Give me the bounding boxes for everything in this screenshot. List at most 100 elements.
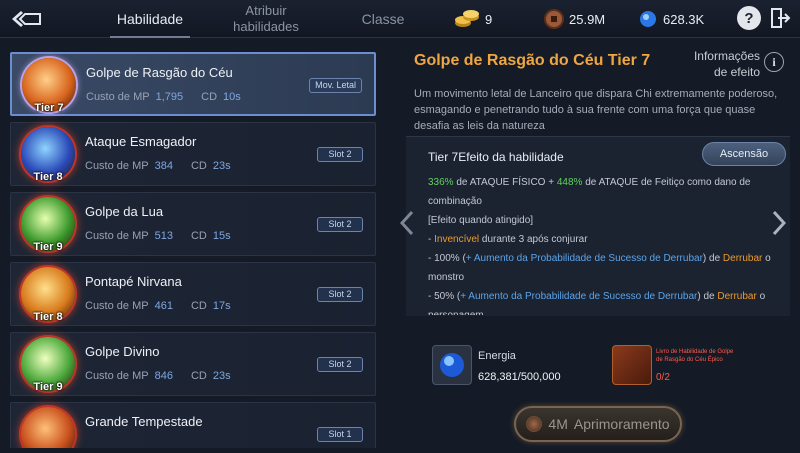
skill-stats: Custo de MP 384 CD 23s	[85, 160, 231, 172]
skill-stats: Custo de MP 513 CD 15s	[85, 230, 231, 242]
skill-name: Golpe de Rasgão do Céu	[86, 65, 233, 80]
cd-value: 10s	[223, 91, 241, 103]
skill-name: Pontapé Nirvana	[85, 274, 182, 289]
slot-badge: Slot 1	[317, 427, 363, 442]
kick-skill-icon: Tier 8	[21, 267, 75, 323]
mp-value: 846	[154, 370, 173, 382]
skill-book-label: Livro de Habilidade de Golpe de Rasgão d…	[656, 349, 734, 363]
bronze-coin-icon	[544, 9, 564, 29]
divine-skill-icon: Tier 9	[21, 337, 75, 393]
slot-badge: Slot 2	[317, 357, 363, 372]
question-icon: ?	[744, 9, 754, 27]
effect-title: Tier 7Efeito da habilidade	[428, 150, 564, 164]
coin-cost-icon	[526, 416, 543, 432]
cd-label: CD	[190, 370, 207, 382]
chevron-right-icon	[772, 210, 787, 236]
detail-title: Golpe de Rasgão do Céu Tier 7	[414, 52, 651, 69]
mp-label: Custo de MP	[85, 370, 149, 382]
skill-list[interactable]: Tier 7 Golpe de Rasgão do Céu Custo de M…	[10, 48, 378, 448]
cd-value: 15s	[212, 230, 231, 242]
upgrade-button[interactable]: 4M Aprimoramento	[514, 406, 682, 442]
skill-book-count: 0/2	[656, 372, 670, 383]
slot-badge: Slot 2	[317, 217, 363, 232]
cd-label: CD	[201, 91, 218, 103]
tier-label: Tier 9	[33, 381, 63, 393]
cd-value: 17s	[212, 300, 231, 312]
gold-currency: 9	[454, 9, 492, 29]
gem-currency: 628.3K	[638, 9, 704, 29]
exit-icon	[771, 8, 791, 28]
tab-skill[interactable]: Habilidade	[100, 0, 200, 38]
chevron-left-icon	[399, 210, 414, 236]
skill-row-pontape-nirvana[interactable]: Tier 8 Pontapé Nirvana Custo de MP 461 C…	[10, 262, 376, 326]
skill-row-grande-tempestade[interactable]: Grande Tempestade Slot 1	[10, 402, 376, 448]
slot-badge: Slot 2	[317, 147, 363, 162]
exit-button[interactable]	[768, 6, 792, 30]
cd-value: 23s	[212, 370, 231, 382]
skill-name: Golpe Divino	[85, 344, 160, 359]
tab-assign-skills[interactable]: Atribuir habilidades	[218, 0, 314, 38]
help-button[interactable]: ?	[737, 6, 761, 30]
energy-item-icon[interactable]	[432, 345, 472, 385]
effect-knockdown-character-line: - 50% (+ Aumento da Probabilidade de Suc…	[428, 291, 766, 315]
next-tier-arrow[interactable]	[772, 210, 787, 243]
effect-info-label[interactable]: Informações de efeito	[686, 48, 760, 80]
mp-value: 1,795	[155, 91, 184, 103]
top-bar: Habilidade Atribuir habilidades Classe 9…	[0, 0, 800, 38]
slot-badge: Slot 2	[317, 287, 363, 302]
ascend-button[interactable]: Ascensão	[702, 142, 786, 166]
effect-damage-line: 336% de ATAQUE FÍSICO + 448% de ATAQUE d…	[428, 177, 751, 207]
skill-name: Ataque Esmagador	[85, 134, 197, 149]
energy-value: 628,381/500,000	[478, 371, 561, 383]
slot-badge: Mov. Letal	[309, 78, 362, 93]
skill-row-golpe-da-lua[interactable]: Tier 9 Golpe da Lua Custo de MP 513 CD 1…	[10, 192, 376, 256]
storm-skill-icon	[21, 407, 75, 448]
gold-amount: 9	[485, 11, 493, 27]
gold-coins-icon	[455, 10, 479, 27]
mp-value: 461	[154, 300, 173, 312]
skill-stats: Custo de MP 846 CD 23s	[85, 370, 231, 382]
cd-label: CD	[190, 300, 207, 312]
cd-label: CD	[190, 160, 207, 172]
mp-label: Custo de MP	[86, 91, 150, 103]
skill-description: Um movimento letal de Lanceiro que dispa…	[414, 88, 778, 130]
spear-skill-icon: Tier 7	[22, 58, 76, 114]
effect-text[interactable]: 336% de ATAQUE FÍSICO + 448% de ATAQUE d…	[428, 173, 780, 315]
energy-orb-icon	[440, 353, 464, 377]
skill-stats: Custo de MP 1,795 CD 10s	[86, 91, 241, 103]
coin-currency: 25.9M	[544, 9, 605, 29]
cd-value: 23s	[212, 160, 231, 172]
skill-name: Golpe da Lua	[85, 204, 164, 219]
skill-name: Grande Tempestade	[85, 414, 203, 429]
effect-invincible-line: - Invencível durante 3 após conjurar	[428, 234, 588, 245]
mp-label: Custo de MP	[85, 230, 149, 242]
coin-amount: 25.9M	[569, 11, 606, 27]
skill-row-golpe-divino[interactable]: Tier 9 Golpe Divino Custo de MP 846 CD 2…	[10, 332, 376, 396]
skill-row-ataque-esmagador[interactable]: Tier 8 Ataque Esmagador Custo de MP 384 …	[10, 122, 376, 186]
tier-label: Tier 7	[34, 102, 64, 114]
crush-skill-icon: Tier 8	[21, 127, 75, 183]
back-button[interactable]	[6, 5, 46, 33]
prev-tier-arrow[interactable]	[399, 210, 414, 243]
effect-box: Tier 7Efeito da habilidade Ascensão 336%…	[406, 136, 790, 316]
mp-label: Custo de MP	[85, 300, 149, 312]
moon-skill-icon: Tier 9	[21, 197, 75, 253]
info-icon[interactable]: i	[764, 52, 784, 72]
mp-label: Custo de MP	[85, 160, 149, 172]
tab-class[interactable]: Classe	[350, 0, 416, 38]
skill-row-golpe-rasgao[interactable]: Tier 7 Golpe de Rasgão do Céu Custo de M…	[10, 52, 376, 116]
skill-detail-panel: Golpe de Rasgão do Céu Tier 7 Informaçõe…	[392, 40, 800, 453]
skill-book-icon[interactable]	[612, 345, 652, 385]
blue-gem-icon	[640, 11, 656, 27]
mp-value: 513	[154, 230, 173, 242]
cd-label: CD	[190, 230, 207, 242]
effect-knockdown-monster-line: - 100% (+ Aumento da Probabilidade de Su…	[428, 253, 771, 283]
effect-on-hit-line: [Efeito quando atingido]	[428, 215, 534, 226]
back-arrow-icon	[12, 11, 41, 27]
tier-label: Tier 8	[33, 171, 63, 183]
skill-stats: Custo de MP 461 CD 17s	[85, 300, 231, 312]
tier-label: Tier 8	[33, 311, 63, 323]
mp-value: 384	[154, 160, 173, 172]
tier-label: Tier 9	[33, 241, 63, 253]
upgrade-label: Aprimoramento	[573, 416, 670, 432]
